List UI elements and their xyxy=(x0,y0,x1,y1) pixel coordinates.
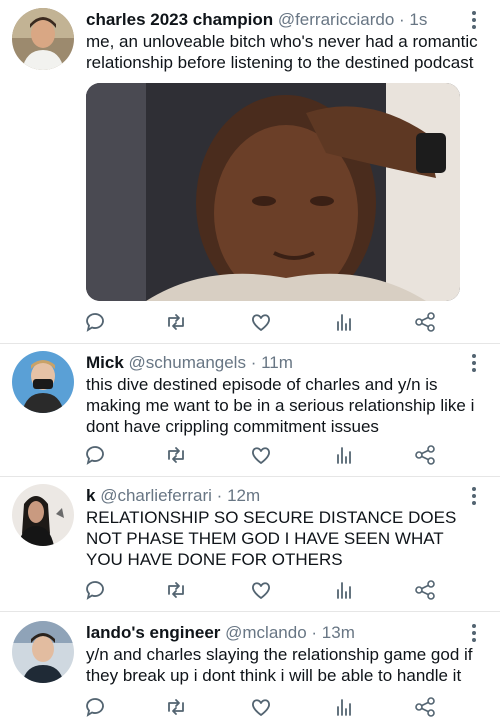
tweet-actions xyxy=(86,695,446,719)
tweet[interactable]: lando's engineer @mclando · 13m y/n and … xyxy=(0,611,500,728)
display-name[interactable]: lando's engineer xyxy=(86,623,220,642)
avatar[interactable] xyxy=(12,8,74,70)
reply-icon[interactable] xyxy=(83,443,107,467)
tweet-actions xyxy=(86,578,446,602)
analytics-icon[interactable] xyxy=(332,695,356,719)
more-options-icon[interactable] xyxy=(466,486,482,506)
tweet-text: this dive destined episode of charles an… xyxy=(86,375,475,436)
timestamp[interactable]: 13m xyxy=(322,623,355,642)
tweet-header: k @charlieferrari · 12m xyxy=(86,486,466,506)
reply-icon[interactable] xyxy=(83,695,107,719)
more-options-icon[interactable] xyxy=(466,10,482,30)
tweet-text: me, an unloveable bitch who's never had … xyxy=(86,32,478,72)
retweet-icon[interactable] xyxy=(164,695,188,719)
user-handle[interactable]: @charlieferrari xyxy=(100,486,212,505)
separator: · xyxy=(311,623,318,642)
display-name[interactable]: Mick xyxy=(86,353,124,372)
tweet[interactable]: charles 2023 champion @ferraricciardo · … xyxy=(0,0,500,344)
share-icon[interactable] xyxy=(413,578,437,602)
user-handle[interactable]: @mclando xyxy=(225,623,307,642)
avatar[interactable] xyxy=(12,484,74,546)
analytics-icon[interactable] xyxy=(332,310,356,334)
share-icon[interactable] xyxy=(413,443,437,467)
more-options-icon[interactable] xyxy=(466,623,482,643)
heart-icon[interactable] xyxy=(249,310,273,334)
share-icon[interactable] xyxy=(413,695,437,719)
timestamp[interactable]: 12m xyxy=(227,486,260,505)
retweet-icon[interactable] xyxy=(164,578,188,602)
tweet-header: charles 2023 champion @ferraricciardo · … xyxy=(86,10,466,30)
reply-icon[interactable] xyxy=(83,310,107,334)
tweet-actions xyxy=(86,310,446,334)
avatar[interactable] xyxy=(12,621,74,683)
heart-icon[interactable] xyxy=(249,578,273,602)
heart-icon[interactable] xyxy=(249,443,273,467)
display-name[interactable]: k xyxy=(86,486,95,505)
display-name[interactable]: charles 2023 champion xyxy=(86,10,273,29)
retweet-icon[interactable] xyxy=(164,443,188,467)
tweet-header: Mick @schumangels · 11m xyxy=(86,353,466,373)
tweet-header: lando's engineer @mclando · 13m xyxy=(86,623,466,643)
more-options-icon[interactable] xyxy=(466,353,482,373)
analytics-icon[interactable] xyxy=(332,578,356,602)
separator: · xyxy=(216,486,223,505)
tweet-actions xyxy=(86,443,446,467)
retweet-icon[interactable] xyxy=(164,310,188,334)
timestamp[interactable]: 1s xyxy=(409,10,427,29)
tweet[interactable]: k @charlieferrari · 12m RELATIONSHIP SO … xyxy=(0,476,500,612)
user-handle[interactable]: @ferraricciardo xyxy=(278,10,394,29)
avatar[interactable] xyxy=(12,351,74,413)
analytics-icon[interactable] xyxy=(332,443,356,467)
tweet-text: y/n and charles slaying the relationship… xyxy=(86,645,473,685)
tweet-image[interactable] xyxy=(86,83,460,301)
reply-icon[interactable] xyxy=(83,578,107,602)
share-icon[interactable] xyxy=(413,310,437,334)
heart-icon[interactable] xyxy=(249,695,273,719)
separator: · xyxy=(250,353,257,372)
timestamp[interactable]: 11m xyxy=(261,353,293,372)
tweet[interactable]: Mick @schumangels · 11m this dive destin… xyxy=(0,343,500,477)
tweet-text: RELATIONSHIP SO SECURE DISTANCE DOES NOT… xyxy=(86,508,457,569)
separator: · xyxy=(399,10,405,29)
user-handle[interactable]: @schumangels xyxy=(129,353,246,372)
